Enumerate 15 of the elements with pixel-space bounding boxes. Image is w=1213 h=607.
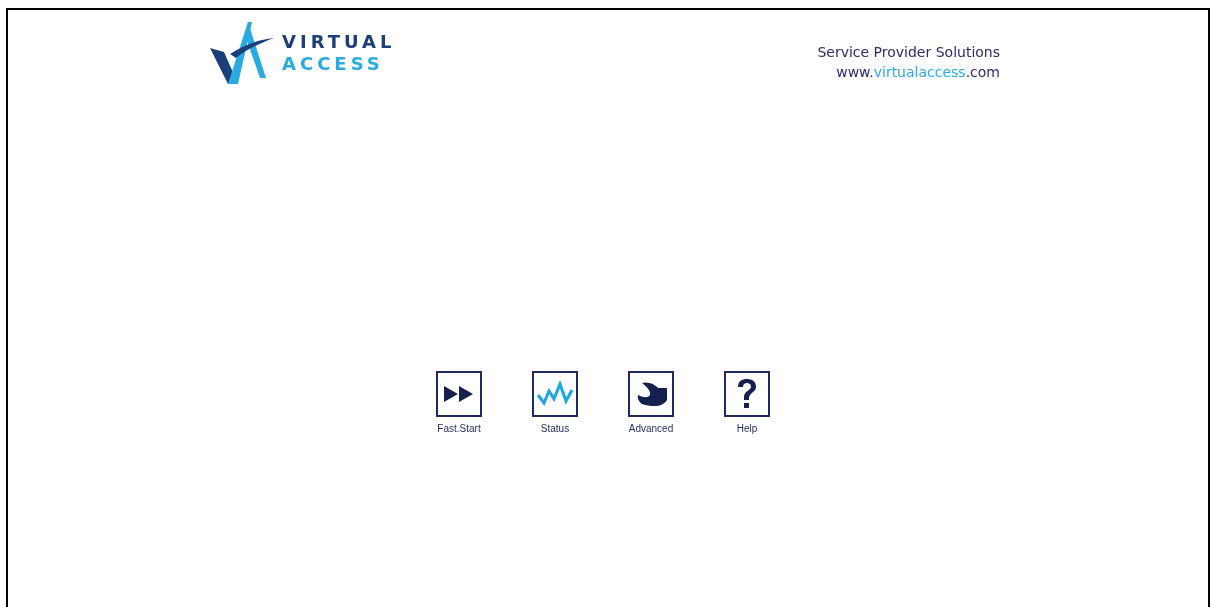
zigzag-line-icon: [536, 381, 574, 407]
logo-text: ACCESS: [282, 55, 385, 73]
help-button[interactable]: [724, 371, 770, 417]
advanced-button[interactable]: [628, 371, 674, 417]
question-mark-icon: [736, 378, 758, 410]
status-button[interactable]: [532, 371, 578, 417]
menu-label[interactable]: Advanced: [628, 423, 674, 434]
website-url: www.virtualaccess.com: [836, 64, 1000, 80]
menu-label[interactable]: Help: [736, 423, 758, 434]
logo-text: VIRTUAL: [282, 33, 396, 51]
menu-label[interactable]: Fast.Start: [437, 423, 481, 434]
tagline: Service Provider Solutions: [817, 44, 1000, 60]
fast-start-button[interactable]: [436, 371, 482, 417]
fast-forward-icon: [443, 384, 475, 404]
menu-label[interactable]: Status: [540, 423, 570, 434]
